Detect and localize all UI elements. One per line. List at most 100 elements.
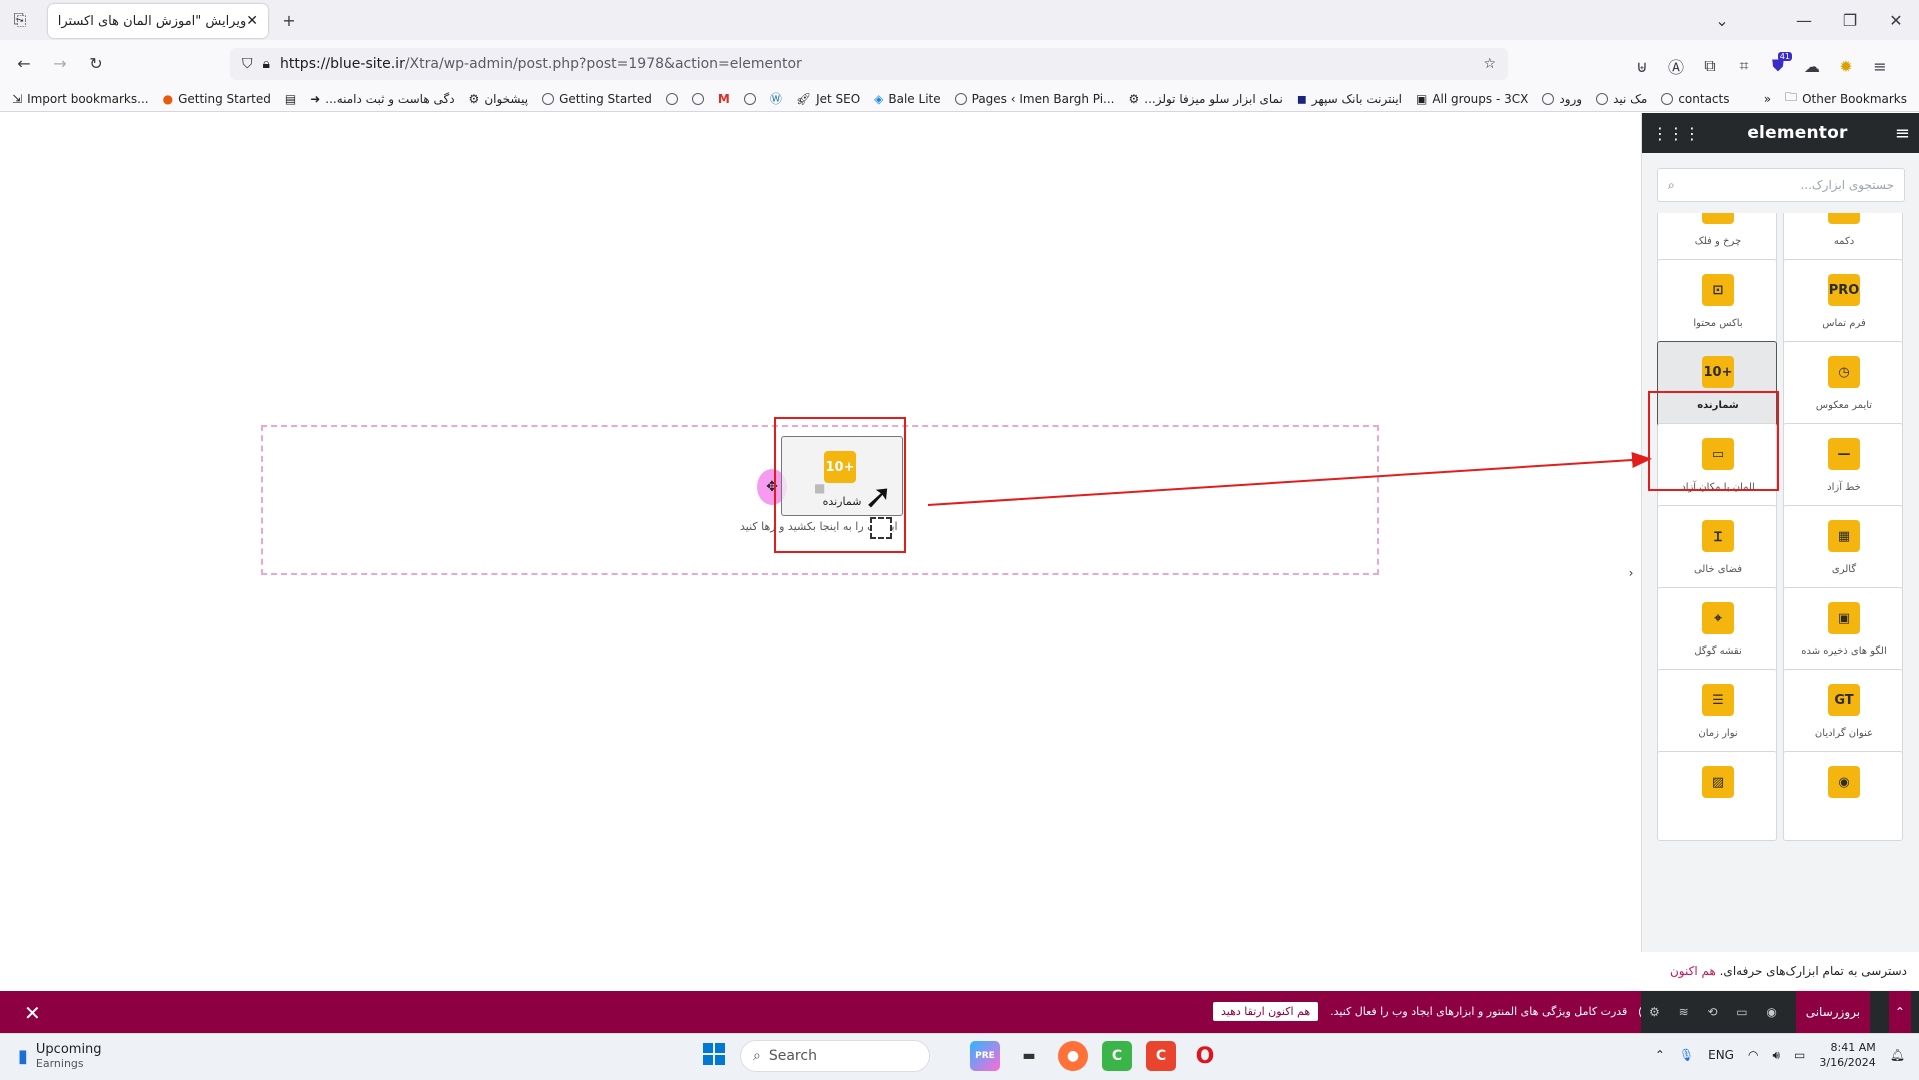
weather-widget[interactable]: ▮ Upcoming Earnings	[18, 1042, 102, 1070]
shield-icon[interactable]: ⛉	[242, 56, 253, 72]
pocket-icon[interactable]: ⊎	[1628, 52, 1656, 80]
back-icon[interactable]: ←	[10, 49, 38, 77]
minimize-icon[interactable]: —	[1790, 6, 1818, 34]
volume-icon[interactable]: 🔊︎	[1772, 1048, 1780, 1063]
restore-icon[interactable]: ❐	[1836, 6, 1864, 34]
widget-search-placeholder: جستجوی ابزارک...	[1800, 178, 1894, 192]
bookmark-item[interactable]: ورود	[1542, 92, 1582, 106]
gradient-title-icon: GT	[1828, 684, 1860, 716]
bookmark-item[interactable]: ⚙ پیشخوان	[469, 92, 529, 106]
bookmark-item[interactable]: ⚙ ...نمای ابزار سلو میزفا تولز	[1128, 92, 1282, 106]
history-icon[interactable]: ⟲	[1707, 1005, 1717, 1019]
settings-icon[interactable]: ⚙	[1649, 1005, 1660, 1019]
new-tab-icon[interactable]: +	[275, 6, 303, 34]
account-icon[interactable]: Ⓐ	[1662, 52, 1690, 80]
clock[interactable]: 8:41 AM 3/16/2024	[1819, 1040, 1875, 1070]
widget-gradient-title[interactable]: GT عنوان گرادیان	[1783, 669, 1903, 759]
taskbar-search[interactable]: ⌕ Search	[740, 1040, 930, 1072]
opera-icon[interactable]: O	[1190, 1041, 1220, 1071]
widget-timer[interactable]: ◷ تایمر معکوس	[1783, 341, 1903, 431]
extension-badge-icon[interactable]: ⛊ 41	[1764, 52, 1792, 80]
publish-button[interactable]: بروزرسانی	[1795, 991, 1871, 1033]
camtasia-green-icon[interactable]: C	[1102, 1041, 1132, 1071]
file-explorer-icon[interactable]: ▬	[1014, 1041, 1044, 1071]
close-promo-icon[interactable]: ✕	[24, 1001, 41, 1025]
upgrade-button[interactable]: هم اکنون ارتقا دهید	[1213, 1002, 1319, 1021]
tab-list-icon[interactable]: ⎘	[6, 6, 34, 34]
widget-spacer[interactable]: Ɪ فضای خالی	[1657, 505, 1777, 595]
bookmark-item[interactable]: ⇲ Import bookmarks...	[12, 92, 149, 106]
widget-map-pin[interactable]: ⌖ نقشه گوگل	[1657, 587, 1777, 677]
bookmark-item[interactable]: Getting Started	[542, 92, 652, 106]
copilot-icon[interactable]: PRE	[970, 1041, 1000, 1071]
url-bar[interactable]: ⛉ 🔒︎ https://blue-site.ir/Xtra/wp-admin/…	[230, 48, 1508, 80]
bookmark-item[interactable]: ● Getting Started	[163, 92, 271, 106]
hamburger-menu-icon[interactable]: ≡	[1895, 123, 1910, 144]
widget-label: فضای خالی	[1693, 564, 1743, 575]
crop-icon[interactable]: ⌗	[1730, 52, 1758, 80]
globe-icon	[542, 92, 555, 105]
lock-icon[interactable]: 🔒︎	[263, 56, 270, 72]
battery-icon[interactable]: ▭	[1794, 1048, 1805, 1062]
responsive-icon[interactable]: ▭	[1736, 1005, 1747, 1019]
windows-taskbar: ▮ Upcoming Earnings ⌕ Search PRE ▬ ● C C…	[0, 1033, 1919, 1080]
tray-chevron-icon[interactable]: ⌃	[1655, 1048, 1665, 1062]
sun-extension-icon[interactable]: ✹	[1832, 52, 1860, 80]
browser-tab-active[interactable]: ویرایش "آموزش المان های اکسترا – ... ✕	[48, 4, 268, 38]
bookmark-star-icon[interactable]: ☆	[1483, 56, 1496, 72]
microphone-icon[interactable]: 🎙︎	[1679, 1048, 1694, 1062]
widget-target[interactable]: ◉	[1783, 751, 1903, 841]
bookmark-item[interactable]: ▣ All groups - 3CX	[1416, 92, 1528, 106]
forward-icon[interactable]: →	[46, 49, 74, 77]
bookmark-item[interactable]: contacts	[1661, 92, 1730, 106]
widget-form-pro[interactable]: PRO فرم تماس	[1783, 259, 1903, 349]
widget-content-box[interactable]: ⊡ باکس محتوا	[1657, 259, 1777, 349]
import-icon: ⇲	[12, 91, 23, 106]
bookmark-item[interactable]	[665, 92, 678, 105]
widget-label: چرخ و فلک	[1694, 236, 1742, 247]
other-bookmarks[interactable]: 🗀 Other Bookmarks	[1785, 88, 1907, 109]
bookmarks-overflow[interactable]: »	[1764, 92, 1771, 106]
widget-timeline[interactable]: ☰ نوار زمان	[1657, 669, 1777, 759]
bookmark-item[interactable]: ◈ Bale Lite	[874, 92, 940, 106]
form-pro-icon: PRO	[1828, 274, 1860, 306]
firefox-taskbar-icon[interactable]: ●	[1058, 1041, 1088, 1071]
bookmark-item[interactable]: 🚀︎ Jet SEO	[796, 92, 860, 106]
reload-icon[interactable]: ↻	[82, 49, 110, 77]
windows-start-icon[interactable]	[702, 1042, 726, 1069]
app-menu-icon[interactable]: ≡	[1866, 52, 1894, 80]
tab-overflow-chevron-icon[interactable]: ⌄	[1708, 6, 1736, 34]
navigator-layers-icon[interactable]: ≋	[1679, 1005, 1689, 1019]
language-indicator[interactable]: ENG	[1708, 1048, 1734, 1062]
widget-label: گالری	[1831, 564, 1857, 575]
close-tab-icon[interactable]: ✕	[246, 13, 258, 29]
bookmark-item[interactable]	[691, 92, 704, 105]
panel-collapse-chevron-icon[interactable]: ›	[1621, 555, 1641, 591]
camtasia-red-icon[interactable]: C	[1146, 1041, 1176, 1071]
widget-image[interactable]: ▨	[1657, 751, 1777, 841]
bookmark-item[interactable]: Pages ‹ Imen Bargh Pi...	[954, 92, 1114, 106]
notification-icon[interactable]: 🔔︎	[1890, 1048, 1905, 1062]
publish-options-chevron-icon[interactable]: ⌃	[1888, 991, 1911, 1033]
bookmark-item[interactable]: ➜ ...دگی هاست و ثبت دامنه	[310, 92, 454, 106]
bookmark-item[interactable]: ▤	[285, 92, 296, 106]
bookmark-item[interactable]: Ⓦ	[770, 90, 782, 107]
bookmark-item[interactable]: ◼ اینترنت بانک سپهر	[1297, 92, 1402, 106]
grid-menu-icon[interactable]: ⋮⋮⋮	[1652, 124, 1700, 143]
bank-icon: ◼	[1296, 91, 1307, 106]
bookmark-item[interactable]: مک نید	[1596, 92, 1647, 106]
widget-template[interactable]: ▣ الگو های ذخیره شده	[1783, 587, 1903, 677]
globe-icon	[1596, 92, 1609, 105]
wifi-icon[interactable]: ◠	[1748, 1048, 1758, 1062]
window-close-icon[interactable]: ✕	[1882, 6, 1910, 34]
widget-search-input[interactable]: جستجوی ابزارک... ⌕	[1657, 168, 1905, 202]
preview-eye-icon[interactable]: ◉	[1766, 1005, 1776, 1019]
upgrade-promo-bar: ✕ E قدرت کامل ویژگی های المنتور و ابزاره…	[0, 991, 1919, 1033]
widget-gallery[interactable]: ▦ گالری	[1783, 505, 1903, 595]
panel-promo: دسترسی به تمام ابزارک‌های حرفه‌ای. هم اک…	[1641, 952, 1919, 1016]
widget-divider[interactable]: — خط آزاد	[1783, 423, 1903, 513]
bookmark-item[interactable]: M	[718, 92, 730, 106]
bookmark-item[interactable]	[743, 92, 756, 105]
vpn-icon[interactable]: ☁	[1798, 52, 1826, 80]
extensions-icon[interactable]: ⧉	[1696, 52, 1724, 80]
